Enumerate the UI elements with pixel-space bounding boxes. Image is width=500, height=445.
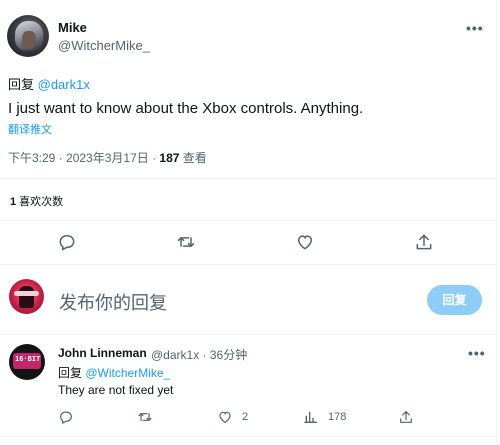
reply-view-count: 178 (328, 411, 347, 423)
like-icon[interactable] (295, 232, 315, 252)
divider (0, 178, 497, 179)
avatar-label: 16·BIT (15, 355, 41, 363)
reply-text: They are not fixed yet (58, 383, 174, 397)
divider (0, 264, 497, 265)
more-dots-icon[interactable]: ••• (468, 345, 486, 361)
reply-share-button[interactable] (398, 409, 414, 425)
tweet-text: I just want to know about the Xbox contr… (8, 100, 364, 117)
reply-button[interactable]: 回复 (427, 285, 482, 315)
likes-stat[interactable]: 1 喜欢次数 (10, 193, 63, 209)
retweet-icon[interactable] (176, 232, 196, 252)
tweet-meta: 下午3:29 · 2023年3月17日 · 187 查看 (8, 149, 207, 166)
divider (0, 220, 497, 221)
views-label: 查看 (179, 151, 207, 165)
divider (0, 436, 497, 437)
tweet-time[interactable]: 下午3:29 · 2023年3月17日 · (8, 151, 159, 165)
like-icon (219, 411, 231, 424)
analytics-icon (304, 411, 317, 423)
reply-icon (60, 411, 72, 425)
reply-author-avatar[interactable]: 16·BIT (9, 344, 45, 380)
author-name[interactable]: Mike (58, 20, 87, 35)
views-count: 187 (159, 151, 180, 165)
reply-reply-button[interactable] (58, 409, 74, 425)
avatar-figure (19, 286, 34, 308)
reply-to-link[interactable]: @WitcherMike_ (85, 366, 170, 380)
retweet-icon (138, 413, 152, 421)
reply-author-name[interactable]: John Linneman (58, 346, 147, 360)
reply-icon[interactable] (57, 232, 77, 252)
reply-to-link[interactable]: @dark1x (38, 77, 90, 92)
author-avatar[interactable] (7, 15, 49, 57)
reply-prefix: 回复 (8, 77, 38, 92)
reply-prefix: 回复 (58, 366, 86, 380)
replying-to: 回复 @dark1x (8, 74, 90, 93)
likes-label: 喜欢次数 (16, 196, 64, 208)
divider (0, 334, 497, 335)
reply-like-button[interactable]: 2 (217, 409, 248, 425)
translate-link[interactable]: 翻译推文 (8, 121, 52, 137)
reply-views-button[interactable]: 178 (303, 409, 346, 425)
reply-retweet-button[interactable] (137, 409, 153, 425)
user-avatar[interactable] (9, 279, 44, 314)
reply-author-meta[interactable]: @dark1x · 36分钟 (151, 346, 247, 363)
reply-composer-input[interactable]: 发布你的回复 (59, 289, 167, 315)
author-handle[interactable]: @WitcherMike_ (58, 38, 150, 53)
more-dots-icon[interactable]: ••• (466, 20, 484, 36)
share-icon[interactable] (414, 232, 434, 252)
avatar-arms (14, 291, 39, 296)
reply-like-count: 2 (242, 411, 249, 423)
share-icon (400, 411, 412, 423)
reply-replying-to: 回复 @WitcherMike_ (58, 364, 170, 381)
tweet-thread: Mike @WitcherMike_ ••• 回复 @dark1x I just… (0, 0, 497, 445)
avatar-face (22, 31, 36, 49)
